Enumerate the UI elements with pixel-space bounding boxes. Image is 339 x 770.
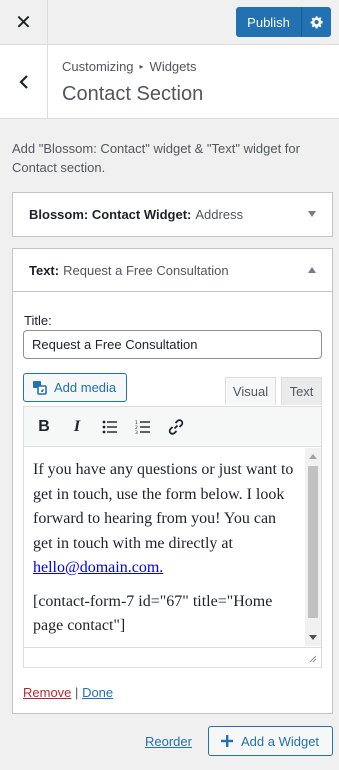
expand-arrow-icon[interactable] bbox=[308, 211, 316, 217]
bold-button[interactable]: B bbox=[34, 417, 54, 437]
paragraph-text: If you have any questions or just want t… bbox=[33, 461, 294, 552]
actions-separator: | bbox=[75, 685, 79, 700]
link-icon bbox=[168, 418, 184, 435]
tab-visual[interactable]: Visual bbox=[225, 377, 276, 405]
widget-header[interactable]: Text: Request a Free Consultation bbox=[13, 249, 332, 292]
customizer-header: ✕ Publish bbox=[0, 0, 339, 45]
breadcrumb-separator-icon: ▸ bbox=[139, 62, 144, 71]
content-paragraph: If you have any questions or just want t… bbox=[33, 458, 298, 581]
link-button[interactable] bbox=[166, 417, 186, 437]
title-input[interactable]: Request a Free Consultation bbox=[23, 330, 322, 359]
add-widget-label: Add a Widget bbox=[241, 733, 320, 749]
numbered-list-icon: 1 2 3 bbox=[135, 420, 150, 434]
widget-actions: Remove | Done bbox=[23, 685, 113, 700]
section-header: Customizing ▸ Widgets Contact Section bbox=[0, 45, 339, 119]
editor-content[interactable]: If you have any questions or just want t… bbox=[24, 448, 307, 646]
scroll-thumb[interactable] bbox=[308, 466, 318, 618]
bullet-list-button[interactable] bbox=[100, 417, 120, 437]
widget-text: Text: Request a Free Consultation Title:… bbox=[12, 248, 333, 714]
svg-text:3: 3 bbox=[135, 430, 138, 434]
collapse-arrow-icon[interactable] bbox=[308, 267, 316, 273]
publish-button[interactable]: Publish bbox=[236, 7, 301, 37]
chevron-left-icon bbox=[18, 74, 28, 89]
gear-icon bbox=[310, 16, 323, 29]
breadcrumb: Customizing ▸ Widgets bbox=[62, 59, 197, 74]
widget-name: Blossom: Contact Widget: bbox=[29, 207, 192, 222]
add-media-button[interactable]: Add media bbox=[23, 373, 127, 402]
breadcrumb-child: Widgets bbox=[149, 59, 197, 74]
back-button[interactable] bbox=[0, 45, 48, 118]
section-title: Contact Section bbox=[62, 83, 204, 105]
numbered-list-button[interactable]: 1 2 3 bbox=[133, 417, 153, 437]
widget-subtitle: Address bbox=[195, 207, 244, 222]
add-media-label: Add media bbox=[54, 380, 117, 395]
reorder-link[interactable]: Reorder bbox=[145, 734, 192, 749]
italic-icon: I bbox=[73, 417, 81, 435]
editor-toolbar: B I 1 2 3 bbox=[24, 407, 321, 447]
editor-statusbar bbox=[24, 647, 321, 667]
widget-blossom-contact[interactable]: Blossom: Contact Widget: Address bbox=[12, 192, 333, 237]
resize-grip-icon[interactable] bbox=[309, 655, 317, 663]
editor-scrollbar[interactable] bbox=[305, 448, 321, 646]
scroll-up-icon[interactable] bbox=[309, 454, 317, 459]
section-description: Add "Blossom: Contact" widget & "Text" w… bbox=[12, 141, 300, 175]
email-link[interactable]: hello@domain.com. bbox=[33, 559, 163, 576]
close-icon: ✕ bbox=[15, 11, 32, 34]
done-link[interactable]: Done bbox=[82, 685, 113, 700]
widget-header[interactable]: Blossom: Contact Widget: Address bbox=[13, 193, 332, 236]
title-label: Title: bbox=[24, 313, 52, 328]
media-icon bbox=[33, 380, 47, 395]
plus-icon bbox=[221, 735, 233, 747]
close-customizer-button[interactable]: ✕ bbox=[0, 0, 48, 44]
publish-group: Publish bbox=[236, 7, 331, 37]
publish-settings-button[interactable] bbox=[301, 7, 331, 37]
widget-subtitle: Request a Free Consultation bbox=[63, 262, 229, 278]
bold-icon: B bbox=[38, 417, 50, 435]
breadcrumb-root: Customizing bbox=[62, 59, 134, 74]
shortcode-paragraph: [contact-form-7 id="67" title="Home page… bbox=[33, 592, 273, 635]
rich-text-editor[interactable]: B I 1 2 3 If you have any questions or j… bbox=[23, 406, 322, 668]
tab-text[interactable]: Text bbox=[281, 377, 322, 405]
bullet-list-icon bbox=[102, 420, 117, 433]
widget-name: Text: bbox=[29, 262, 60, 278]
remove-link[interactable]: Remove bbox=[23, 685, 71, 700]
add-widget-button[interactable]: Add a Widget bbox=[208, 726, 333, 756]
scroll-down-icon[interactable] bbox=[309, 635, 317, 640]
italic-button[interactable]: I bbox=[67, 417, 87, 437]
